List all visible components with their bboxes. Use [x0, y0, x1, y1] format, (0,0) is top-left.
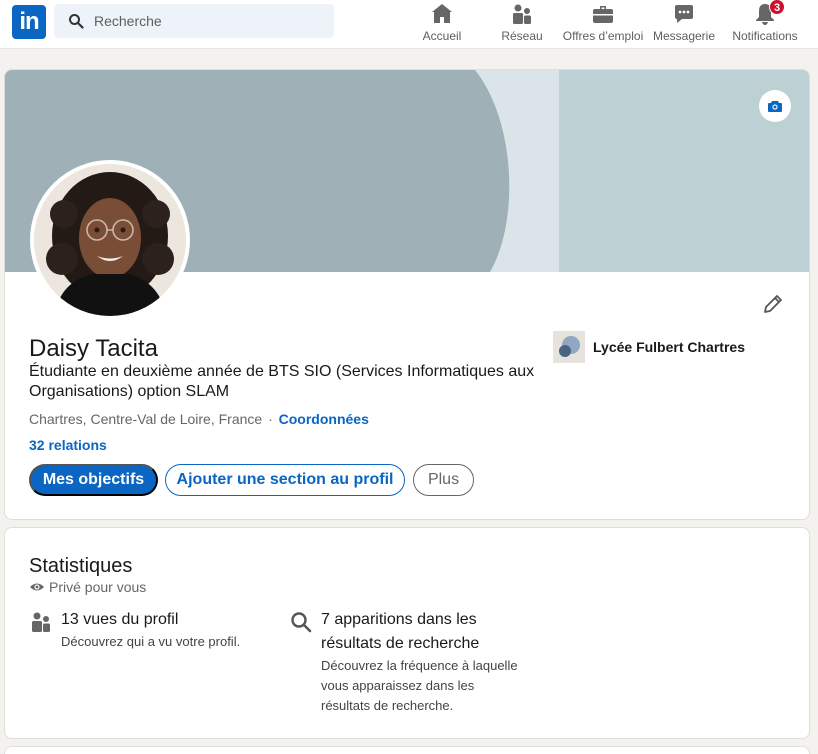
network-icon: [513, 4, 531, 24]
school-logo-icon: [553, 331, 585, 363]
nav-label-network: Réseau: [501, 29, 543, 43]
next-section-card: [4, 746, 810, 754]
add-profile-section-button[interactable]: Ajouter une section au profil: [165, 464, 405, 496]
contact-info-link[interactable]: Coordonnées: [279, 411, 369, 427]
stat-search-appearances-desc: Découvrez la fréquence à laquelle vous a…: [321, 658, 518, 713]
people-icon: [32, 612, 50, 632]
nav-item-notifications[interactable]: 3 Notifications: [730, 0, 800, 48]
profile-card: Daisy Tacita Étudiante en deuxième année…: [4, 69, 810, 520]
connections-link[interactable]: 32 relations: [29, 437, 107, 453]
nav-label-jobs: Offres d’emploi: [562, 29, 644, 43]
notification-badge: 3: [769, 0, 785, 15]
profile-location-line: Chartres, Centre-Val de Loire, France · …: [29, 411, 369, 427]
stat-profile-views-title: 13 vues du profil: [61, 611, 179, 628]
nav-label-notifications: Notifications: [732, 29, 798, 43]
nav-item-network[interactable]: Réseau: [501, 0, 543, 48]
pencil-icon: [764, 295, 782, 313]
search-bar[interactable]: [54, 4, 334, 38]
search-icon: [69, 14, 84, 29]
nav-label-home: Accueil: [422, 29, 462, 43]
stats-card: Statistiques Privé pour vous 13 vues du …: [4, 527, 810, 739]
private-label: Privé pour vous: [29, 579, 146, 595]
nav-item-messaging[interactable]: Messagerie: [653, 0, 715, 48]
location-separator: ·: [268, 411, 273, 427]
top-navigation: in Accueil Réseau Offres d’emploi: [0, 0, 818, 49]
messaging-icon: [675, 5, 693, 23]
home-icon: [432, 4, 452, 23]
stat-search-appearances[interactable]: 7 apparitions dans les résultats de rech…: [289, 608, 529, 718]
private-label-text: Privé pour vous: [49, 579, 147, 595]
profile-name: Daisy Tacita: [29, 335, 158, 362]
nav-label-messaging: Messagerie: [652, 29, 716, 43]
search-input[interactable]: [94, 4, 324, 38]
stat-search-appearances-title: 7 apparitions dans les résultats de rech…: [321, 611, 480, 652]
nav-item-home[interactable]: Accueil: [422, 0, 462, 48]
school-name: Lycée Fulbert Chartres: [593, 339, 745, 355]
edit-profile-button[interactable]: [759, 290, 787, 318]
edit-banner-button[interactable]: [759, 90, 791, 122]
stat-profile-views-desc: Découvrez qui a vu votre profil.: [61, 634, 241, 649]
stat-profile-views[interactable]: 13 vues du profil Découvrez qui a vu vot…: [29, 608, 279, 658]
goals-button[interactable]: Mes objectifs: [29, 464, 158, 496]
profile-location: Chartres, Centre-Val de Loire, France: [29, 411, 263, 427]
linkedin-logo[interactable]: in: [12, 5, 46, 39]
nav-item-jobs[interactable]: Offres d’emploi: [562, 0, 644, 48]
eye-icon: [30, 583, 44, 591]
avatar-photo: [34, 164, 186, 316]
bell-icon-wrapper: 3: [753, 0, 785, 26]
profile-avatar[interactable]: [30, 160, 190, 320]
search-icon: [291, 612, 312, 633]
briefcase-icon: [593, 6, 613, 23]
camera-icon: [768, 101, 782, 112]
stats-title: Statistiques: [29, 555, 133, 577]
profile-headline: Étudiante en deuxième année de BTS SIO (…: [29, 363, 535, 400]
more-button[interactable]: Plus: [413, 464, 474, 496]
education-item[interactable]: Lycée Fulbert Chartres: [553, 331, 745, 363]
